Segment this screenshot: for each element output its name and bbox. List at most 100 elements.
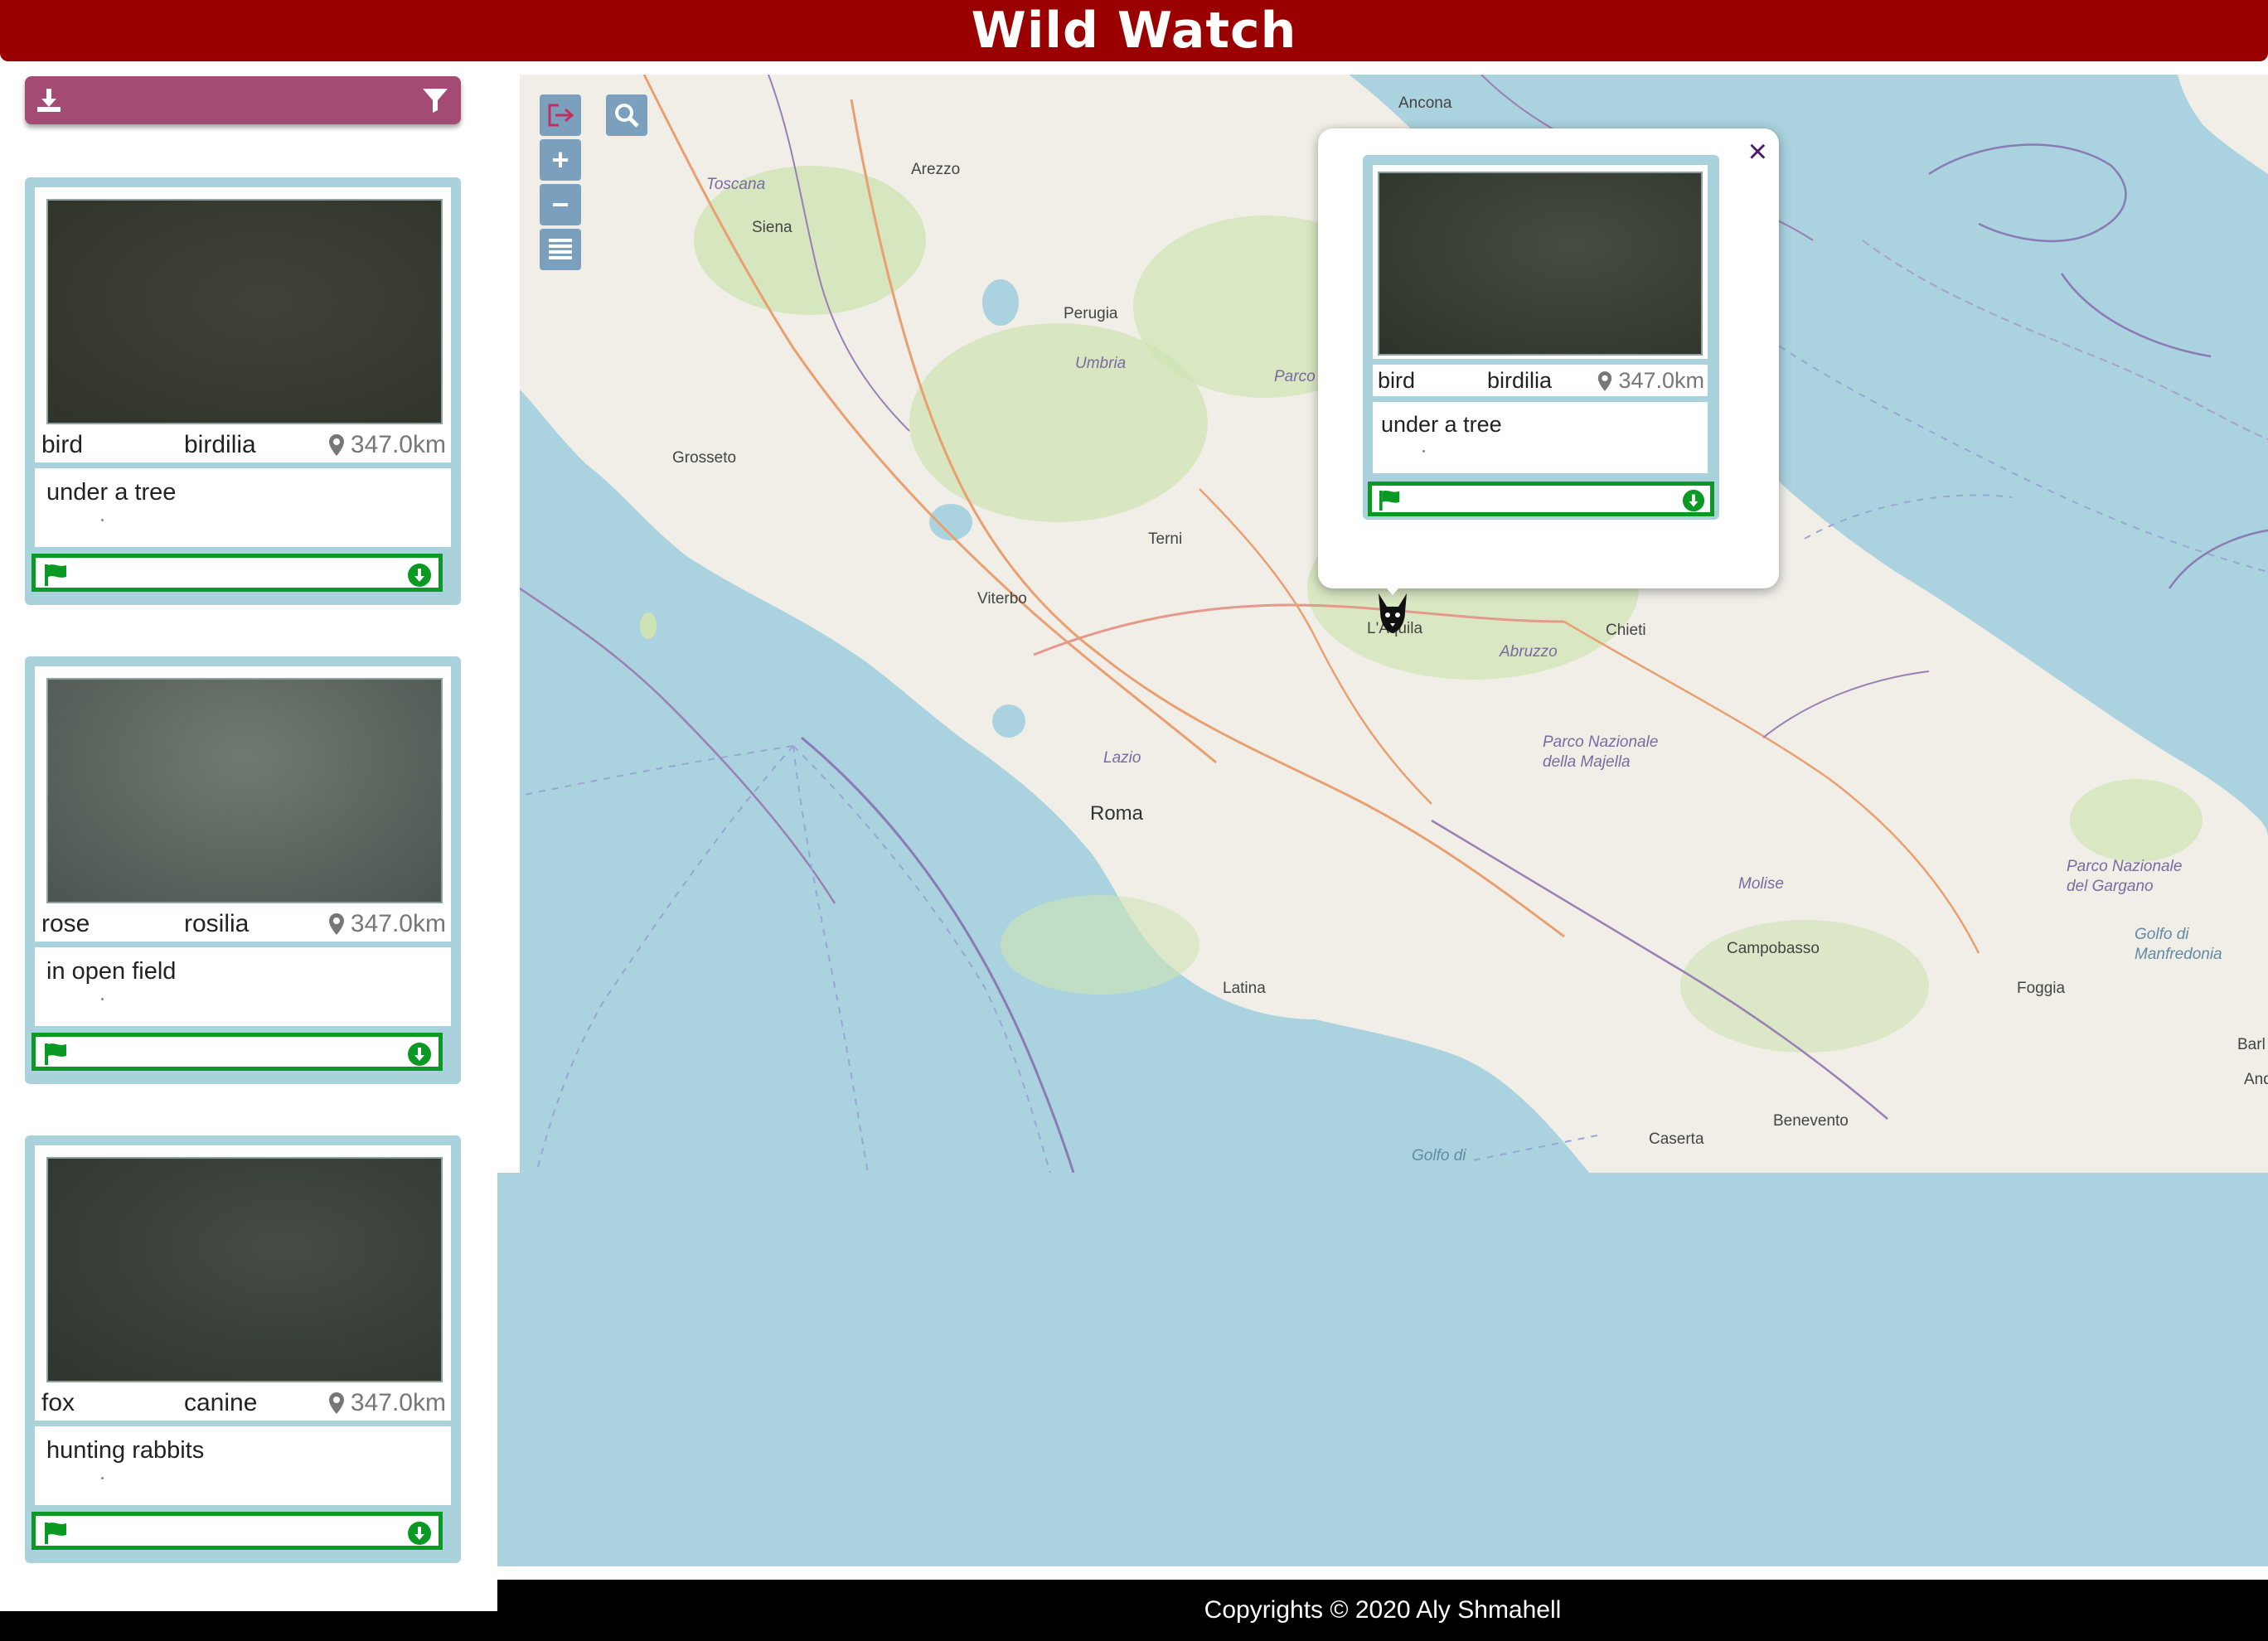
flag-icon[interactable] bbox=[1377, 489, 1403, 512]
zoom-in-button[interactable]: + bbox=[540, 139, 581, 181]
popup-card-body: bird birdilia 347.0km under a tree bbox=[1373, 165, 1708, 473]
menu-lines-icon bbox=[549, 239, 572, 259]
sighting-description: hunting rabbits bbox=[46, 1437, 205, 1464]
map-label: Parco Nazionale del Gargano bbox=[2067, 858, 2183, 895]
sighting-card[interactable]: bird birdilia 347.0km under a tree bbox=[25, 177, 461, 605]
sighting-species: birdilia bbox=[184, 431, 256, 458]
search-icon bbox=[615, 104, 639, 128]
map-label: Siena bbox=[752, 219, 792, 236]
location-pin-icon bbox=[328, 913, 344, 935]
sighting-species: canine bbox=[184, 1389, 258, 1416]
sighting-name: bird bbox=[41, 431, 84, 458]
page-footer: Copyrights © 2020 Aly Shmahell bbox=[497, 1580, 2268, 1641]
popup-distance: 347.0km bbox=[1597, 368, 1704, 394]
map-label: Viterbo bbox=[977, 590, 1027, 608]
sighting-actions bbox=[32, 554, 443, 592]
sighting-card[interactable]: rose rosilia 347.0km in open field bbox=[25, 656, 461, 1084]
sighting-actions bbox=[32, 1512, 443, 1550]
sightings-sidebar: bird birdilia 347.0km under a tree rose … bbox=[0, 61, 497, 1611]
map-label: Latina bbox=[1223, 980, 1266, 997]
location-pin-icon bbox=[328, 434, 344, 456]
popup-actions bbox=[1368, 482, 1714, 516]
sighting-species: rosilia bbox=[184, 910, 250, 937]
sighting-photo[interactable] bbox=[46, 1157, 443, 1382]
description-dot bbox=[1422, 450, 1425, 453]
location-pin-icon bbox=[328, 1392, 344, 1414]
map-label: Parco bbox=[1274, 368, 1316, 385]
sighting-distance: 347.0km bbox=[327, 910, 446, 938]
map-label: Toscana bbox=[706, 176, 766, 193]
sighting-name: rose bbox=[41, 910, 90, 937]
description-dot bbox=[101, 998, 104, 1000]
zoom-out-icon: − bbox=[551, 187, 569, 221]
map-label: Abruzzo bbox=[1500, 643, 1558, 661]
sighting-card-body: fox canine 347.0km hunting rabbits bbox=[35, 1145, 451, 1505]
map-label: Caserta bbox=[1649, 1130, 1704, 1148]
download-circle-icon[interactable] bbox=[407, 1521, 432, 1546]
sighting-distance: 347.0km bbox=[327, 1389, 446, 1417]
map-label: Terni bbox=[1148, 530, 1183, 548]
popup-sighting-card[interactable]: bird birdilia 347.0km under a tree bbox=[1363, 155, 1719, 520]
flag-icon[interactable] bbox=[42, 1042, 70, 1067]
download-circle-icon[interactable] bbox=[1682, 489, 1705, 512]
logout-button[interactable] bbox=[540, 94, 581, 136]
distance-value: 347.0km bbox=[350, 431, 446, 458]
map-label: Campobasso bbox=[1727, 940, 1820, 957]
popup-photo[interactable] bbox=[1378, 172, 1703, 356]
map-label: Molise bbox=[1738, 875, 1784, 893]
popup-close-button[interactable]: × bbox=[1748, 135, 1767, 168]
map-label: Umbria bbox=[1075, 355, 1127, 372]
sighting-description: under a tree bbox=[46, 479, 177, 506]
filter-icon[interactable] bbox=[421, 86, 449, 114]
popup-name: bird bbox=[1378, 368, 1416, 393]
map-label: Golfo di Manfredonia bbox=[2135, 926, 2222, 963]
map-overflow-area bbox=[497, 1173, 2268, 1566]
zoom-out-button[interactable]: − bbox=[540, 184, 581, 225]
sighting-card-body: rose rosilia 347.0km in open field bbox=[35, 666, 451, 1026]
map-label: Barl bbox=[2237, 1036, 2266, 1053]
map-label: Lazio bbox=[1103, 749, 1141, 767]
sighting-meta: rose rosilia 347.0km bbox=[35, 908, 451, 947]
description-dot bbox=[101, 519, 104, 521]
sighting-actions bbox=[32, 1033, 443, 1071]
map-label: Ancona bbox=[1398, 94, 1452, 112]
download-icon[interactable] bbox=[35, 86, 63, 114]
sighting-description: in open field bbox=[46, 958, 177, 985]
map-label: Foggia bbox=[2017, 980, 2066, 997]
download-circle-icon[interactable] bbox=[407, 1042, 432, 1067]
sighting-card-body: bird birdilia 347.0km under a tree bbox=[35, 187, 451, 547]
download-circle-icon[interactable] bbox=[407, 563, 432, 588]
layers-button[interactable] bbox=[540, 229, 581, 270]
sighting-distance: 347.0km bbox=[327, 431, 446, 459]
map-label: Grosseto bbox=[672, 449, 737, 467]
map-label: Perugia bbox=[1064, 305, 1118, 322]
popup-meta: bird birdilia 347.0km bbox=[1373, 359, 1708, 402]
map-label: Benevento bbox=[1773, 1112, 1849, 1130]
app-header: Wild Watch bbox=[0, 0, 2268, 61]
search-button[interactable] bbox=[606, 94, 647, 136]
copyright-text: Copyrights © 2020 Aly Shmahell bbox=[1204, 1596, 1562, 1624]
logout-icon bbox=[548, 104, 574, 127]
sighting-photo[interactable] bbox=[46, 678, 443, 903]
sighting-name: fox bbox=[41, 1389, 75, 1416]
map-label: And bbox=[2244, 1071, 2268, 1088]
sighting-photo[interactable] bbox=[46, 199, 443, 424]
distance-value: 347.0km bbox=[350, 910, 446, 937]
fox-marker-icon[interactable] bbox=[1372, 590, 1413, 637]
map-label: Arezzo bbox=[911, 161, 961, 178]
sidebar-toolbar bbox=[25, 76, 461, 124]
popup-description: under a tree bbox=[1381, 412, 1502, 437]
map-label: Golfo di bbox=[1412, 1147, 1466, 1164]
description-dot bbox=[101, 1477, 104, 1479]
flag-icon[interactable] bbox=[42, 1521, 70, 1546]
flag-icon[interactable] bbox=[42, 563, 70, 588]
distance-value: 347.0km bbox=[350, 1389, 446, 1416]
location-pin-icon bbox=[1598, 370, 1612, 391]
map-label: Parco Nazionale della Majella bbox=[1543, 733, 1659, 771]
footer-edge bbox=[0, 1611, 497, 1641]
sighting-card[interactable]: fox canine 347.0km hunting rabbits bbox=[25, 1135, 461, 1563]
map-label: Roma bbox=[1090, 802, 1144, 825]
sighting-meta: fox canine 347.0km bbox=[35, 1387, 451, 1426]
sighting-popup: × bird birdilia 347.0km under a tree bbox=[1318, 128, 1779, 588]
sighting-meta: bird birdilia 347.0km bbox=[35, 429, 451, 468]
